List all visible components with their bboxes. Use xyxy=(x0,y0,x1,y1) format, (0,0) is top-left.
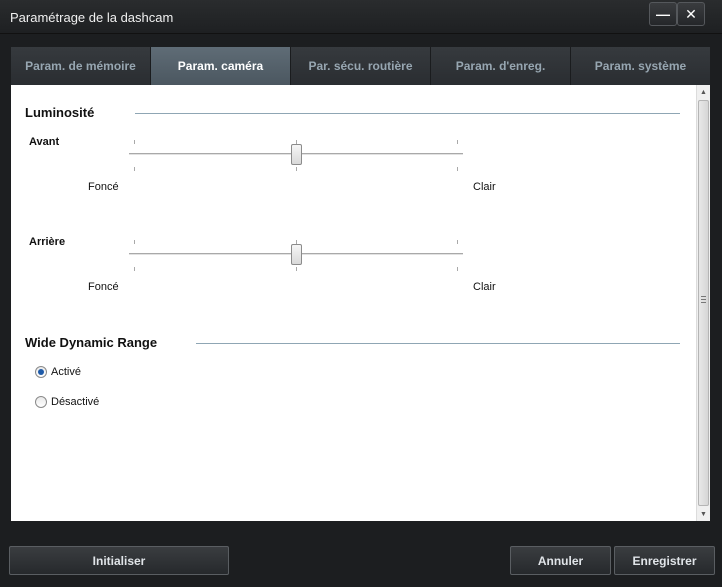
slider-tick xyxy=(457,167,458,171)
tab-camera-settings[interactable]: Param. caméra xyxy=(151,47,291,85)
slider-thumb[interactable] xyxy=(290,144,302,165)
slider-tick xyxy=(457,240,458,244)
close-button[interactable]: ✕ xyxy=(677,2,705,26)
scroll-down-arrow-icon[interactable]: ▼ xyxy=(697,507,710,521)
slider-tick xyxy=(134,167,135,171)
tab-system-settings[interactable]: Param. système xyxy=(571,47,710,85)
slider-tick xyxy=(296,167,297,171)
wdr-disabled-radio[interactable]: Désactivé xyxy=(35,396,99,408)
cancel-button[interactable]: Annuler xyxy=(510,546,611,575)
save-button[interactable]: Enregistrer xyxy=(614,546,715,575)
brightness-section-divider xyxy=(135,113,680,114)
slider-tick xyxy=(134,140,135,144)
wdr-enabled-label: Activé xyxy=(51,366,81,378)
scroll-up-arrow-icon[interactable]: ▲ xyxy=(697,85,710,99)
radio-unselected-icon xyxy=(35,396,47,408)
slider-tick xyxy=(457,267,458,271)
initialize-button[interactable]: Initialiser xyxy=(9,546,229,575)
settings-panel: Luminosité Avant Foncé Clair Arrière Fon… xyxy=(11,85,696,521)
minimize-icon: — xyxy=(656,6,670,22)
minimize-button[interactable]: — xyxy=(649,2,677,26)
window-title: Paramétrage de la dashcam xyxy=(10,10,174,25)
vertical-scrollbar[interactable]: ▲ ▼ xyxy=(696,85,710,521)
slider-tick xyxy=(457,140,458,144)
title-bar: Paramétrage de la dashcam — ✕ xyxy=(0,0,722,34)
tab-memory-settings[interactable]: Param. de mémoire xyxy=(11,47,151,85)
wdr-disabled-label: Désactivé xyxy=(51,396,100,408)
rear-label: Arrière xyxy=(29,236,66,248)
front-label: Avant xyxy=(29,136,60,148)
front-brightness-slider[interactable] xyxy=(129,140,463,171)
scrollbar-grip-icon xyxy=(701,296,706,303)
tab-recording-settings[interactable]: Param. d'enreg. xyxy=(431,47,571,85)
slider-tick xyxy=(296,267,297,271)
radio-selected-icon xyxy=(35,366,47,378)
scrollbar-thumb[interactable] xyxy=(698,100,709,506)
tab-bar: Param. de mémoire Param. caméra Par. séc… xyxy=(11,47,710,85)
rear-brightness-slider[interactable] xyxy=(129,240,463,271)
rear-dark-label: Foncé xyxy=(88,281,119,293)
front-dark-label: Foncé xyxy=(88,181,119,193)
wdr-section-divider xyxy=(196,343,680,344)
slider-thumb[interactable] xyxy=(290,244,302,265)
slider-tick xyxy=(134,267,135,271)
tab-road-safety-settings[interactable]: Par. sécu. routière xyxy=(291,47,431,85)
slider-tick xyxy=(134,240,135,244)
brightness-section-title: Luminosité xyxy=(25,105,95,120)
rear-bright-label: Clair xyxy=(473,281,496,293)
close-icon: ✕ xyxy=(685,5,697,22)
wdr-enabled-radio[interactable]: Activé xyxy=(35,366,81,378)
front-bright-label: Clair xyxy=(473,181,496,193)
wdr-section-title: Wide Dynamic Range xyxy=(25,335,158,350)
